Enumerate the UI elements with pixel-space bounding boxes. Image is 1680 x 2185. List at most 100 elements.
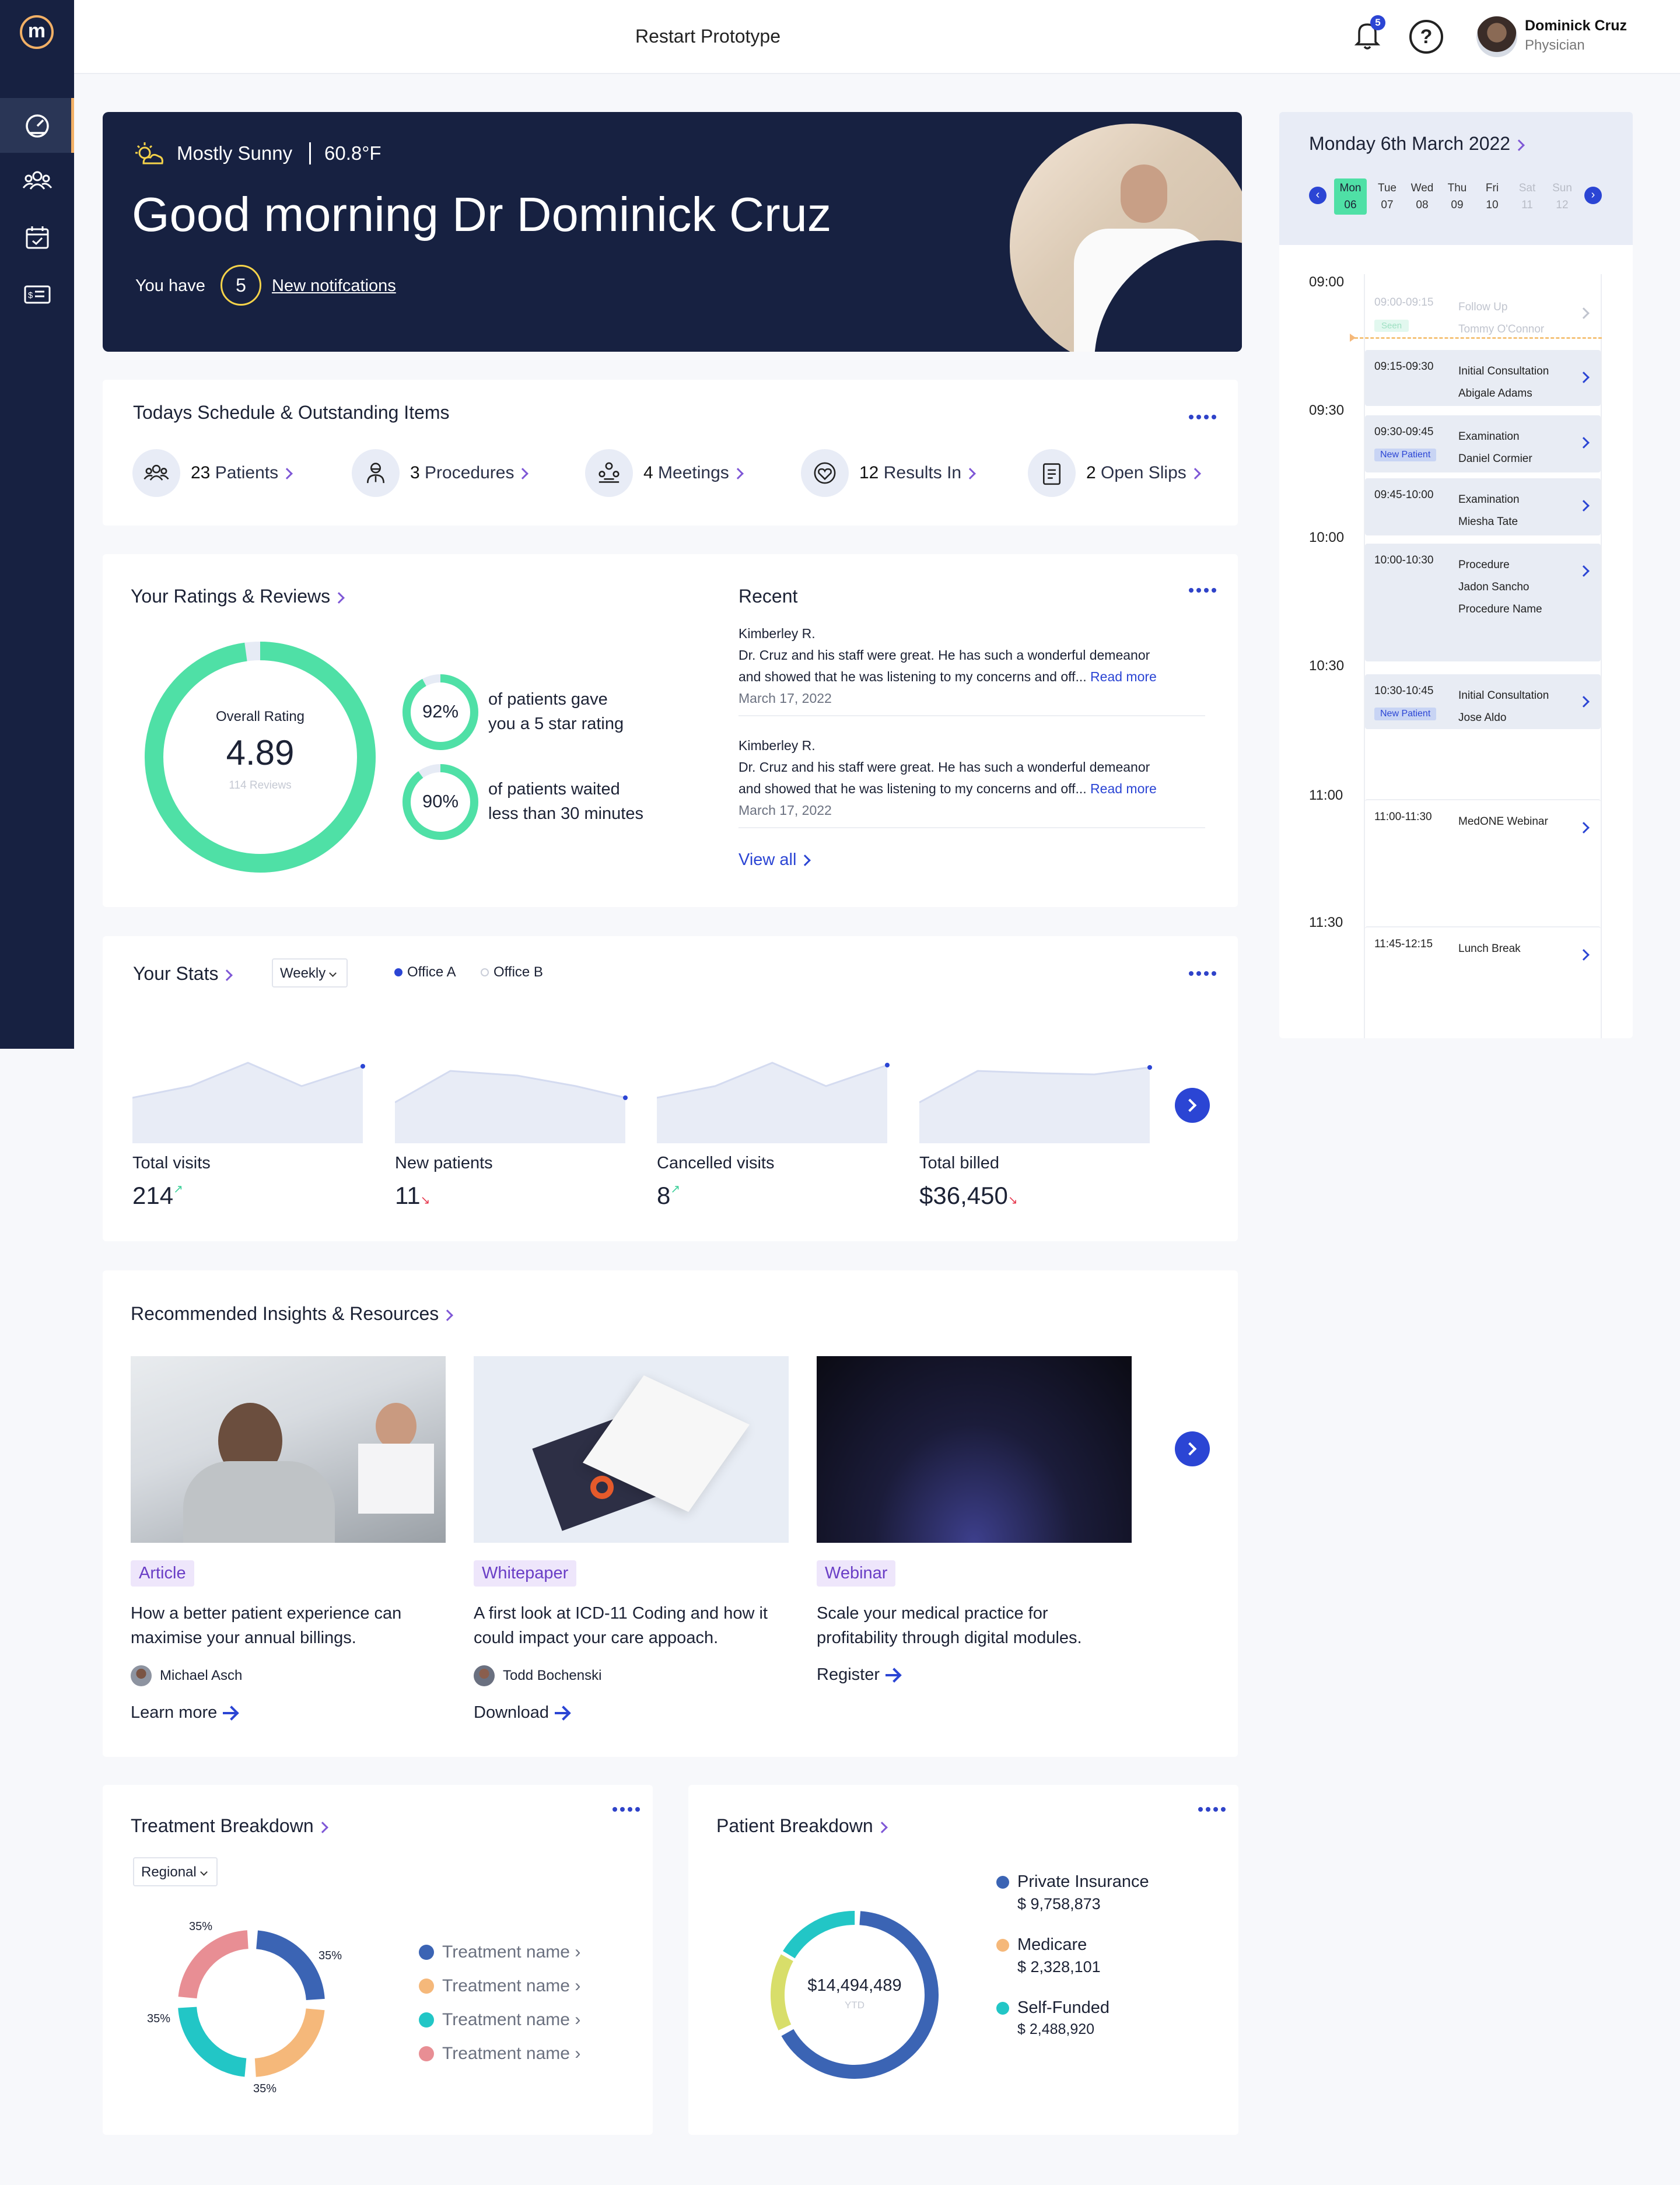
hero-banner: Mostly Sunny 60.8°F Good morning Dr Domi… [103, 112, 1242, 352]
day-tue[interactable]: Tue 07 [1371, 180, 1404, 213]
appointment[interactable]: 09:30-09:45 New Patient Examination Daniel … [1365, 415, 1601, 472]
day-mon[interactable]: Mon 06 [1334, 178, 1367, 215]
prev-week-button[interactable]: ‹ [1309, 187, 1326, 204]
schedule-item-meetings[interactable]: 4 Meetings [585, 449, 744, 497]
resource-title[interactable]: A first look at ICD-11 Coding and how it… [474, 1601, 768, 1650]
patient-legend-item[interactable]: Private Insurance $ 9,758,873 [996, 1872, 1149, 1913]
review-text-line: and showed that he was listening to my c… [738, 669, 1087, 684]
article-image[interactable] [131, 1356, 446, 1543]
schedule-item-open-slips[interactable]: 2 Open Slips [1028, 449, 1201, 497]
author: Todd Bochenski [474, 1665, 601, 1686]
overall-rating-value: 4.89 [226, 733, 295, 772]
stats-next-button[interactable] [1175, 1088, 1210, 1123]
calendar-icon[interactable] [21, 222, 54, 254]
weather-sun-icon [135, 142, 163, 164]
appointment-lunch[interactable]: 11:45-12:15 Lunch Break [1365, 926, 1601, 1038]
next-week-button[interactable]: › [1584, 187, 1602, 204]
schedule-count: 4 [643, 463, 653, 482]
appointment-seen[interactable]: 09:00-09:15 Follow Up Tommy O'Connor Seen [1365, 286, 1601, 342]
resource-title[interactable]: How a better patient experience can maxim… [131, 1601, 401, 1650]
schedule-more-button[interactable] [1189, 415, 1216, 419]
patients-icon [144, 464, 169, 481]
appointment[interactable]: 10:00-10:30 Procedure Jadon Sancho Procedur… [1365, 544, 1601, 661]
current-time-marker [1350, 334, 1356, 342]
day-sun[interactable]: Sun 12 [1546, 180, 1578, 213]
sidebar-item-dashboard[interactable] [0, 98, 74, 153]
patient-legend-item[interactable]: Medicare $ 2,328,101 [996, 1935, 1101, 1976]
learn-more-link[interactable]: Learn more [131, 1703, 237, 1722]
register-link[interactable]: Register [817, 1665, 900, 1685]
calendar-title[interactable]: Monday 6th March 2022 [1309, 133, 1525, 155]
download-link[interactable]: Download [474, 1703, 569, 1722]
treatment-title[interactable]: Treatment Breakdown [131, 1815, 328, 1837]
legend-office-b[interactable]: Office B [481, 964, 543, 981]
treatment-legend-item[interactable]: Treatment name › [419, 2044, 580, 2064]
resource-title[interactable]: Scale your medical practice for profitabi… [817, 1601, 1082, 1650]
patient-more-button[interactable] [1198, 1807, 1226, 1812]
stat-label: Total billed [919, 1154, 1000, 1172]
schedule-item-procedures[interactable]: 3 Procedures [352, 449, 529, 497]
appointment[interactable]: 10:30-10:45 New Patient Initial Consultati… [1365, 674, 1601, 729]
treatment-more-button[interactable] [612, 1807, 640, 1812]
region-select[interactable]: Regional [133, 1857, 218, 1886]
patient-title[interactable]: Patient Breakdown [716, 1815, 888, 1837]
whitepaper-image[interactable] [474, 1356, 789, 1543]
review-text-line: Dr. Cruz and his staff were great. He ha… [738, 647, 1150, 663]
review-date: March 17, 2022 [738, 691, 832, 706]
webinar-image[interactable] [817, 1356, 1132, 1543]
chevron-right-icon [517, 468, 529, 479]
content-tag: Article [131, 1560, 194, 1587]
you-have-label: You have [135, 276, 205, 295]
billing-icon[interactable]: $ [21, 278, 54, 310]
stat-label: Cancelled visits [657, 1154, 775, 1172]
patients-icon[interactable] [21, 164, 54, 197]
day-sat[interactable]: Sat 11 [1511, 180, 1544, 213]
schedule-item-results[interactable]: 12 Results In [801, 449, 977, 497]
day-wed[interactable]: Wed 08 [1406, 180, 1438, 213]
period-select[interactable]: Weekly [272, 958, 348, 988]
notifications-button[interactable]: 5 [1351, 15, 1386, 55]
svg-text:$: $ [28, 290, 33, 300]
ratings-more-button[interactable] [1189, 588, 1216, 593]
read-more-link[interactable]: Read more [1090, 669, 1157, 684]
time-label: 10:00 [1309, 530, 1345, 545]
insights-title[interactable]: Recommended Insights & Resources [131, 1303, 454, 1325]
appointment-webinar[interactable]: 11:00-11:30 MedONE Webinar [1365, 799, 1601, 922]
insights-next-button[interactable] [1175, 1431, 1210, 1466]
wait-time-text: of patients waited less than 30 minutes [488, 780, 643, 823]
time-label: 11:30 [1309, 915, 1343, 930]
stat-label: Total visits [132, 1154, 211, 1172]
patient-legend-item[interactable]: Self-Funded $ 2,488,920 [996, 1998, 1110, 2038]
help-icon[interactable]: ? [1409, 20, 1443, 54]
stat-value: 11↘ [395, 1182, 430, 1209]
meeting-icon [598, 462, 620, 483]
review-item: Kimberley R. Dr. Cruz and his staff were… [738, 623, 1205, 716]
logo-icon[interactable]: m [20, 15, 54, 49]
schedule-label: Results In [883, 463, 962, 482]
treatment-legend-item[interactable]: Treatment name › [419, 1942, 580, 1962]
stats-title[interactable]: Your Stats [133, 963, 233, 985]
stats-more-button[interactable] [1189, 971, 1216, 976]
review-item: Kimberley R. Dr. Cruz and his staff were… [738, 735, 1205, 828]
view-all-link[interactable]: View all [738, 850, 811, 870]
new-notifications-link[interactable]: New notifcations [272, 276, 396, 296]
legend-office-a[interactable]: Office A [394, 964, 456, 981]
ratings-title[interactable]: Your Ratings & Reviews [131, 586, 345, 607]
time-label: 09:00 [1309, 274, 1345, 290]
top-bar: Restart Prototype 5 ? Dominick Cruz Phys… [74, 0, 1680, 74]
treatment-legend-item[interactable]: Treatment name › [419, 1976, 580, 1996]
patient-total: $14,494,489 [807, 1976, 902, 1995]
notification-badge: 5 [1370, 15, 1385, 30]
review-count: 114 Reviews [229, 779, 292, 792]
schedule-item-patients[interactable]: 23 Patients [132, 449, 293, 497]
avatar[interactable] [1476, 16, 1517, 57]
slice-label: 35% [253, 2082, 277, 2095]
day-thu[interactable]: Thu 09 [1441, 180, 1474, 213]
day-fri[interactable]: Fri 10 [1476, 180, 1508, 213]
time-label: 10:30 [1309, 658, 1345, 674]
appointment[interactable]: 09:45-10:00 Examination Miesha Tate [1365, 478, 1601, 535]
appointment[interactable]: 09:15-09:30 Initial Consultation Abigale A… [1365, 350, 1601, 406]
read-more-link[interactable]: Read more [1090, 781, 1157, 796]
user-name[interactable]: Dominick Cruz [1525, 17, 1627, 34]
treatment-legend-item[interactable]: Treatment name › [419, 2010, 580, 2030]
